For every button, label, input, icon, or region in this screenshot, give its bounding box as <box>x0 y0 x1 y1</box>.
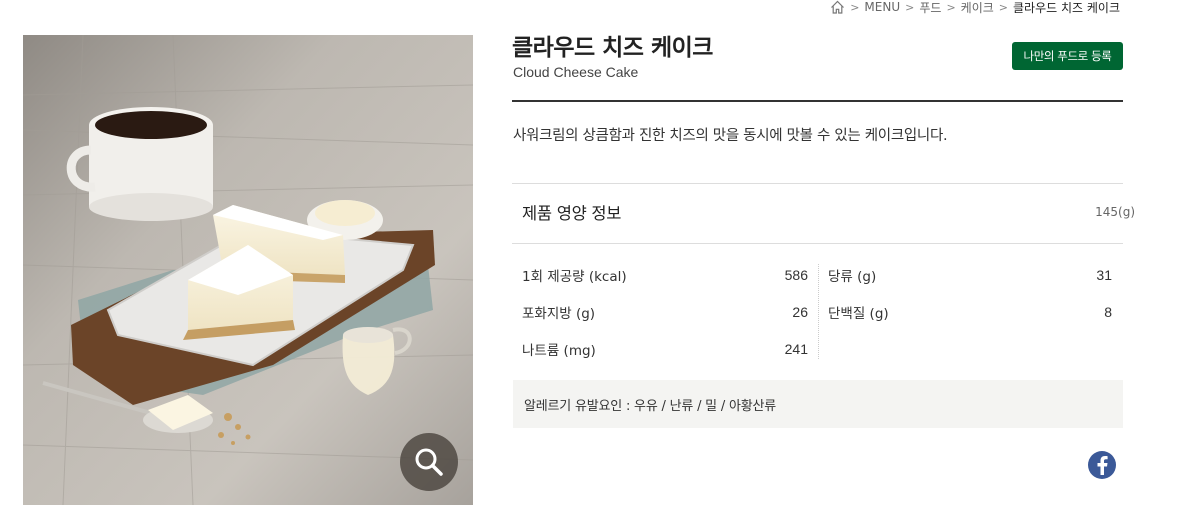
nutrition-label: 1회 제공량 (kcal) <box>522 268 627 285</box>
facebook-share-button[interactable] <box>1088 451 1116 479</box>
chevron-right-icon: > <box>905 0 915 14</box>
nutrition-list-left: 1회 제공량 (kcal) 586 포화지방 (g) 26 나트륨 (mg) 2… <box>522 256 808 367</box>
nutrition-label: 단백질 (g) <box>828 305 889 322</box>
magnifier-icon <box>415 448 443 476</box>
nutrition-label: 당류 (g) <box>828 268 877 285</box>
breadcrumb-menu[interactable]: MENU <box>864 0 900 14</box>
nutrition-value: 31 <box>1096 266 1112 283</box>
nutrition-row: 당류 (g) 31 <box>828 256 1112 293</box>
nutrition-value: 26 <box>792 303 808 320</box>
allergy-info: 알레르기 유발요인 : 우유 / 난류 / 밀 / 아황산류 <box>513 380 1123 428</box>
nutrition-label: 나트륨 (mg) <box>522 342 596 359</box>
product-title: 클라우드 치즈 케이크 <box>512 35 713 61</box>
nutrition-label: 포화지방 (g) <box>522 305 596 322</box>
nutrition-column-divider <box>818 264 819 359</box>
nutrition-value: 586 <box>784 266 808 283</box>
breadcrumb-food[interactable]: 푸드 <box>919 0 941 16</box>
nutrition-row: 단백질 (g) 8 <box>828 293 1112 330</box>
breadcrumb-current: 클라우드 치즈 케이크 <box>1013 0 1120 15</box>
chevron-right-icon: > <box>850 0 860 14</box>
breadcrumb-cake[interactable]: 케이크 <box>961 0 994 16</box>
product-title-english: Cloud Cheese Cake <box>513 64 639 80</box>
add-favorite-button[interactable]: 나만의 푸드로 등록 <box>1012 42 1123 70</box>
title-divider <box>512 100 1123 102</box>
breadcrumb: > MENU > 푸드 > 케이크 > 클라우드 치즈 케이크 <box>830 0 1120 16</box>
nutrition-row: 포화지방 (g) 26 <box>522 293 808 330</box>
nutrition-value: 8 <box>1104 303 1112 320</box>
facebook-icon <box>1097 456 1108 475</box>
chevron-right-icon: > <box>998 0 1008 14</box>
home-icon[interactable] <box>830 0 845 14</box>
nutrition-row: 나트륨 (mg) 241 <box>522 330 808 367</box>
divider <box>512 243 1123 244</box>
chevron-right-icon: > <box>946 0 956 14</box>
nutrition-row: 1회 제공량 (kcal) 586 <box>522 256 808 293</box>
nutrition-weight: 145(g) <box>1095 205 1135 219</box>
divider <box>512 183 1123 184</box>
product-description: 사워크림의 상큼함과 진한 치즈의 맛을 동시에 맛볼 수 있는 케이크입니다. <box>513 128 948 144</box>
nutrition-title: 제품 영양 정보 <box>522 204 622 223</box>
zoom-button[interactable] <box>400 433 458 491</box>
nutrition-value: 241 <box>784 340 808 357</box>
nutrition-list-right: 당류 (g) 31 단백질 (g) 8 <box>828 256 1112 330</box>
product-image <box>23 35 473 505</box>
